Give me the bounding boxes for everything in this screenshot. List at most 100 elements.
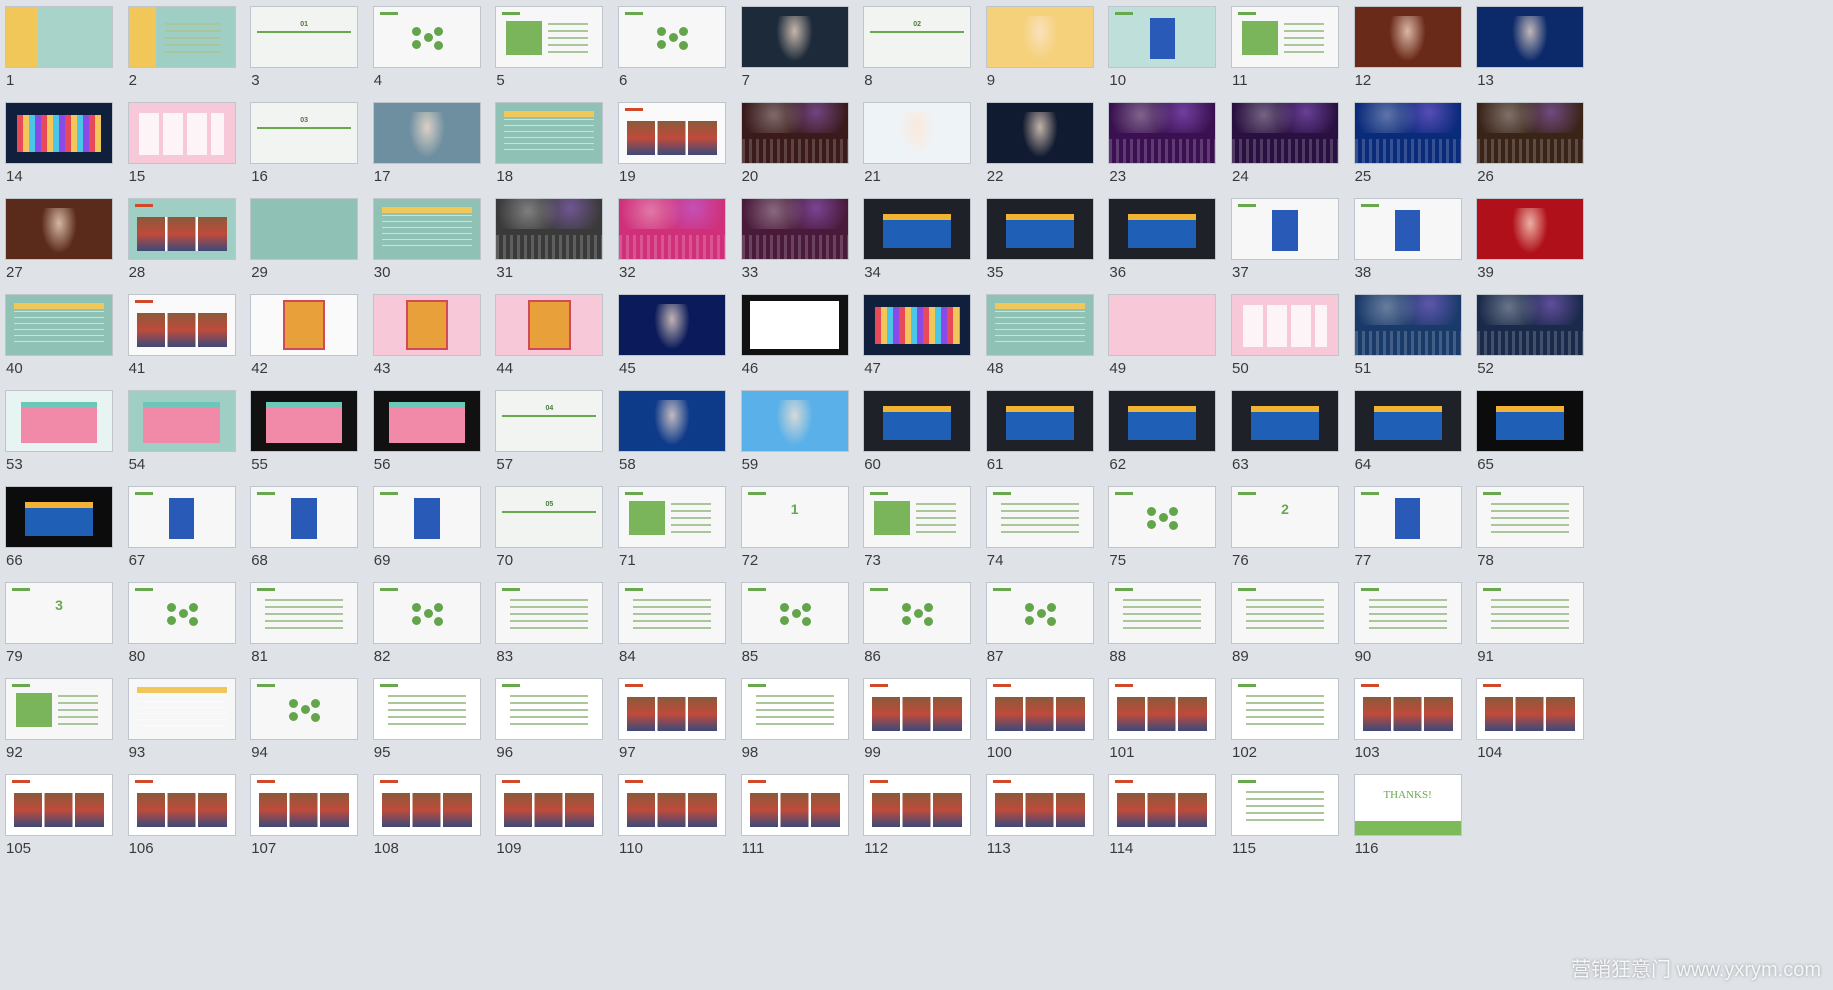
slide-thumbnail[interactable] [1231, 678, 1339, 740]
slide-thumbnail[interactable]: 2 [1231, 486, 1339, 548]
slide-thumbnail[interactable] [863, 198, 972, 260]
slide-thumbnail[interactable] [985, 390, 1094, 452]
slide-thumbnail[interactable] [618, 486, 726, 548]
slide-thumbnail[interactable] [863, 294, 972, 356]
slide-thumbnail[interactable] [495, 774, 604, 836]
slide-thumbnail[interactable] [372, 390, 481, 452]
slide-thumbnail[interactable] [495, 678, 604, 740]
slide-thumbnail[interactable] [618, 6, 726, 68]
slide-thumbnail[interactable] [740, 582, 849, 644]
slide-thumbnail[interactable] [1353, 678, 1462, 740]
slide-thumbnail[interactable] [1231, 102, 1339, 164]
slide-thumbnail[interactable]: 05 [495, 486, 604, 548]
slide-thumbnail[interactable] [1231, 6, 1339, 68]
slide-thumbnail[interactable] [127, 198, 236, 260]
slide-thumbnail[interactable] [1231, 774, 1339, 836]
slide-thumbnail[interactable] [127, 102, 236, 164]
slide-thumbnail[interactable] [1476, 678, 1585, 740]
slide-thumbnail[interactable] [740, 774, 849, 836]
slide-thumbnail[interactable] [250, 582, 359, 644]
slide-thumbnail[interactable] [372, 294, 481, 356]
slide-thumbnail[interactable]: 04 [495, 390, 604, 452]
slide-thumbnail[interactable] [372, 486, 481, 548]
slide-thumbnail[interactable] [495, 198, 604, 260]
slide-thumbnail[interactable] [250, 678, 359, 740]
slide-thumbnail[interactable] [985, 486, 1094, 548]
slide-thumbnail[interactable] [985, 294, 1094, 356]
slide-thumbnail[interactable] [1476, 486, 1585, 548]
slide-thumbnail[interactable] [740, 6, 849, 68]
slide-thumbnail[interactable] [372, 678, 481, 740]
slide-thumbnail[interactable] [1476, 294, 1585, 356]
slide-thumbnail[interactable]: 3 [5, 582, 113, 644]
slide-thumbnail[interactable] [740, 678, 849, 740]
slide-thumbnail[interactable] [5, 6, 113, 68]
slide-thumbnail[interactable] [127, 390, 236, 452]
slide-thumbnail[interactable] [5, 678, 113, 740]
slide-thumbnail[interactable] [1108, 678, 1217, 740]
slide-thumbnail[interactable] [618, 774, 726, 836]
slide-thumbnail[interactable] [618, 198, 726, 260]
slide-thumbnail[interactable] [250, 486, 359, 548]
slide-thumbnail[interactable] [618, 678, 726, 740]
slide-thumbnail[interactable] [1108, 294, 1217, 356]
slide-thumbnail[interactable] [5, 102, 113, 164]
slide-thumbnail[interactable] [5, 774, 113, 836]
slide-thumbnail[interactable] [127, 486, 236, 548]
slide-thumbnail[interactable]: 1 [740, 486, 849, 548]
slide-thumbnail[interactable] [1353, 102, 1462, 164]
slide-thumbnail[interactable] [985, 774, 1094, 836]
slide-thumbnail[interactable] [985, 582, 1094, 644]
slide-thumbnail[interactable] [618, 390, 726, 452]
slide-thumbnail[interactable]: THANKS! [1353, 774, 1462, 836]
slide-thumbnail[interactable] [127, 774, 236, 836]
slide-thumbnail[interactable] [495, 294, 604, 356]
slide-thumbnail[interactable] [495, 102, 604, 164]
slide-thumbnail[interactable] [618, 102, 726, 164]
slide-thumbnail[interactable] [740, 198, 849, 260]
slide-thumbnail[interactable] [127, 582, 236, 644]
slide-thumbnail[interactable] [863, 390, 972, 452]
slide-thumbnail[interactable]: 03 [250, 102, 359, 164]
slide-thumbnail[interactable] [1231, 198, 1339, 260]
slide-thumbnail[interactable] [1108, 6, 1217, 68]
slide-thumbnail[interactable] [372, 6, 481, 68]
slide-thumbnail[interactable] [863, 582, 972, 644]
slide-thumbnail[interactable] [1108, 486, 1217, 548]
slide-thumbnail[interactable] [740, 102, 849, 164]
slide-thumbnail[interactable] [1108, 774, 1217, 836]
slide-thumbnail[interactable]: 02 [863, 6, 972, 68]
slide-thumbnail[interactable] [1108, 390, 1217, 452]
slide-thumbnail[interactable] [372, 582, 481, 644]
slide-thumbnail[interactable] [127, 678, 236, 740]
slide-thumbnail[interactable] [5, 198, 113, 260]
slide-thumbnail[interactable] [250, 390, 359, 452]
slide-thumbnail[interactable] [495, 6, 604, 68]
slide-thumbnail[interactable] [740, 390, 849, 452]
slide-thumbnail[interactable] [863, 486, 972, 548]
slide-thumbnail[interactable] [1231, 390, 1339, 452]
slide-thumbnail[interactable] [495, 582, 604, 644]
slide-thumbnail[interactable] [863, 102, 972, 164]
slide-thumbnail[interactable] [5, 390, 113, 452]
slide-thumbnail[interactable] [985, 678, 1094, 740]
slide-thumbnail[interactable] [1108, 582, 1217, 644]
slide-thumbnail[interactable] [1476, 102, 1585, 164]
slide-thumbnail[interactable] [618, 294, 726, 356]
slide-thumbnail[interactable] [1476, 390, 1585, 452]
slide-thumbnail[interactable] [1231, 294, 1339, 356]
slide-thumbnail[interactable] [372, 102, 481, 164]
slide-thumbnail[interactable] [250, 774, 359, 836]
slide-thumbnail[interactable] [740, 294, 849, 356]
slide-thumbnail[interactable] [5, 486, 113, 548]
slide-thumbnail[interactable] [250, 294, 359, 356]
slide-thumbnail[interactable] [1108, 198, 1217, 260]
slide-thumbnail[interactable] [1353, 198, 1462, 260]
slide-thumbnail[interactable] [863, 678, 972, 740]
slide-thumbnail[interactable] [127, 294, 236, 356]
slide-thumbnail[interactable] [985, 6, 1094, 68]
slide-thumbnail[interactable] [250, 198, 359, 260]
slide-thumbnail[interactable] [1476, 6, 1585, 68]
slide-thumbnail[interactable] [1353, 486, 1462, 548]
slide-thumbnail[interactable] [1353, 390, 1462, 452]
